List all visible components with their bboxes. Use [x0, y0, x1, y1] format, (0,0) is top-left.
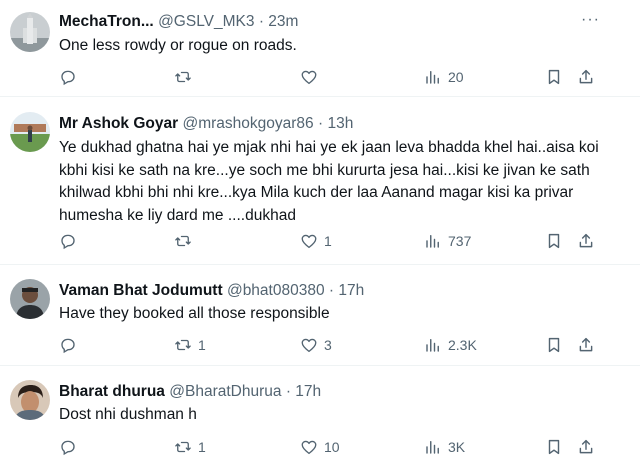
timestamp[interactable]: 23m [268, 13, 298, 30]
reply-button[interactable] [59, 334, 83, 356]
analytics-icon [426, 235, 439, 248]
tweet[interactable]: Bharat dhurua @BharatDhurua · 17h Dost n… [0, 366, 640, 456]
like-count: 10 [324, 439, 340, 455]
analytics-icon [426, 71, 439, 84]
bookmark-icon [548, 69, 560, 85]
tweet-text: Have they booked all those responsible [59, 305, 330, 322]
timestamp[interactable]: 17h [295, 383, 321, 400]
tweet-text: One less rowdy or rogue on roads. [59, 37, 297, 54]
author-handle[interactable]: @BharatDhurua [169, 383, 281, 400]
reply-icon [61, 234, 75, 250]
action-bar: 1 3 2.3K [59, 334, 599, 356]
bookmark-icon [548, 337, 560, 353]
tweet[interactable]: Vaman Bhat Jodumutt @bhat080380 · 17h Ha… [0, 265, 640, 366]
tweet-text: Ye dukhad ghatna hai ye mjak nhi hai ye … [59, 139, 599, 224]
like-button[interactable] [300, 66, 324, 88]
retweet-icon [175, 235, 191, 247]
retweet-count: 1 [198, 337, 206, 353]
view-count: 2.3K [448, 337, 477, 353]
bookmark-button[interactable] [545, 230, 563, 252]
author-name[interactable]: Vaman Bhat Jodumutt [59, 282, 223, 299]
avatar[interactable] [10, 12, 50, 52]
tweet-text: Dost nhi dushman h [59, 406, 197, 423]
separator-dot: · [285, 383, 291, 400]
bookmark-button[interactable] [545, 66, 563, 88]
views-button[interactable]: 3K [424, 436, 465, 456]
author-name[interactable]: MechaTron... [59, 13, 154, 30]
tweet[interactable]: Mr Ashok Goyar @mrashokgoyar86 · 13h Ye … [0, 97, 640, 265]
retweet-button[interactable] [174, 230, 198, 252]
bookmark-button[interactable] [545, 334, 563, 356]
retweet-icon [175, 339, 191, 351]
timestamp[interactable]: 17h [338, 282, 364, 299]
views-button[interactable]: 2.3K [424, 334, 477, 356]
heart-icon [301, 234, 317, 249]
tweet-header: Bharat dhurua @BharatDhurua · 17h [59, 382, 321, 402]
like-button[interactable]: 3 [300, 334, 332, 356]
share-icon [579, 69, 593, 84]
avatar[interactable] [10, 380, 50, 420]
share-icon [579, 337, 593, 352]
views-button[interactable]: 737 [424, 230, 471, 252]
landscape-avatar-icon [10, 112, 50, 152]
share-icon [579, 439, 593, 454]
like-count: 1 [324, 233, 332, 249]
separator-dot: · [328, 282, 335, 299]
reply-icon [61, 70, 75, 86]
retweet-count: 1 [198, 439, 206, 455]
bookmark-icon [548, 233, 560, 249]
action-bar: 20 [59, 66, 599, 88]
heart-icon [301, 70, 317, 85]
retweet-icon [175, 441, 191, 453]
reply-button[interactable] [59, 436, 83, 456]
tweet-header: Vaman Bhat Jodumutt @bhat080380 · 17h [59, 281, 364, 301]
avatar[interactable] [10, 279, 50, 319]
retweet-button[interactable] [174, 66, 198, 88]
author-handle[interactable]: @GSLV_MK3 [158, 13, 254, 30]
tweet-header: MechaTron... @GSLV_MK3 · 23m [59, 12, 298, 32]
person-avatar-icon [10, 279, 50, 319]
heart-icon [301, 440, 317, 455]
bookmark-button[interactable] [545, 436, 563, 456]
replies-feed: MechaTron... @GSLV_MK3 · 23m ··· One les… [0, 0, 640, 456]
like-button[interactable]: 10 [300, 436, 340, 456]
share-button[interactable] [577, 436, 595, 456]
author-name[interactable]: Mr Ashok Goyar [59, 115, 178, 132]
tweet-header: Mr Ashok Goyar @mrashokgoyar86 · 13h [59, 114, 353, 134]
heart-icon [301, 338, 317, 353]
like-button[interactable]: 1 [300, 230, 332, 252]
analytics-icon [426, 441, 439, 454]
share-icon [579, 233, 593, 248]
action-bar: 1 10 3K [59, 436, 599, 456]
author-handle[interactable]: @mrashokgoyar86 [182, 115, 313, 132]
face-avatar-icon [10, 380, 50, 420]
retweet-icon [175, 71, 191, 83]
author-handle[interactable]: @bhat080380 [227, 282, 325, 299]
timestamp[interactable]: 13h [327, 115, 353, 132]
share-button[interactable] [577, 66, 595, 88]
view-count: 3K [448, 439, 466, 455]
separator-dot: · [317, 115, 324, 132]
like-count: 3 [324, 337, 332, 353]
view-count: 20 [448, 69, 464, 85]
reply-button[interactable] [59, 230, 83, 252]
retweet-button[interactable]: 1 [174, 334, 206, 356]
share-button[interactable] [577, 230, 595, 252]
reply-button[interactable] [59, 66, 83, 88]
tweet[interactable]: MechaTron... @GSLV_MK3 · 23m ··· One les… [0, 0, 640, 97]
bookmark-icon [548, 439, 560, 455]
reply-icon [61, 338, 75, 354]
more-options-button[interactable]: ··· [581, 11, 600, 29]
avatar[interactable] [10, 112, 50, 152]
retweet-button[interactable]: 1 [174, 436, 206, 456]
author-name[interactable]: Bharat dhurua [59, 383, 165, 400]
analytics-icon [426, 339, 439, 352]
view-count: 737 [448, 233, 472, 249]
views-button[interactable]: 20 [424, 66, 464, 88]
separator-dot: · [258, 13, 264, 30]
rocket-avatar-icon [10, 12, 50, 52]
action-bar: 1 737 [59, 230, 599, 252]
share-button[interactable] [577, 334, 595, 356]
reply-icon [61, 440, 75, 456]
